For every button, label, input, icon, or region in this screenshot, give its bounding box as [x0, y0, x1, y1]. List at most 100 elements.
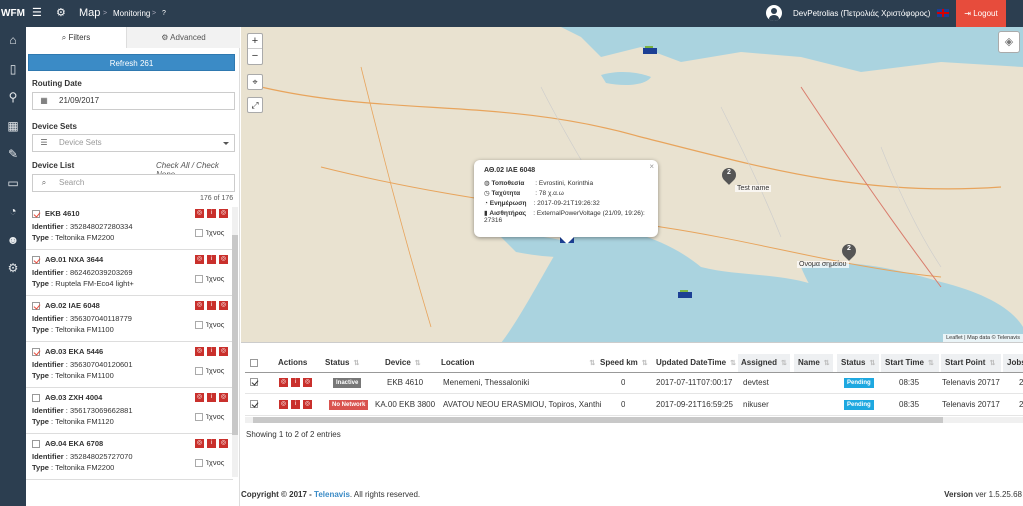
vehicle-icon[interactable]: [643, 46, 657, 55]
device-item[interactable]: ΑΘ.03 ΖΧΗ 4004 Identifier : 356173069662…: [26, 388, 233, 434]
refresh-button[interactable]: Refresh 261: [28, 54, 235, 71]
stop-icon[interactable]: ◎: [219, 301, 228, 310]
stop-icon[interactable]: ◎: [219, 255, 228, 264]
routing-date-field[interactable]: ▦ 21/09/2017: [32, 92, 235, 110]
vehicle-icon[interactable]: [678, 290, 692, 299]
locate-icon[interactable]: ◎: [195, 209, 204, 218]
map-marker[interactable]: 2: [719, 165, 739, 186]
track-checkbox[interactable]: [195, 275, 203, 284]
user-name[interactable]: DevPetrolias (Πετρολιάς Χριστόφορος): [793, 0, 930, 27]
pie-chart-icon[interactable]: ◔: [0, 201, 26, 221]
device-checkbox[interactable]: [32, 440, 40, 448]
device-item[interactable]: ΑΘ.02 ΙΑΕ 6048 Identifier : 356307040118…: [26, 296, 233, 342]
info-icon[interactable]: i: [291, 378, 300, 387]
device-list-scrollbar[interactable]: [232, 207, 238, 477]
zoom-out-button[interactable]: −: [248, 49, 262, 64]
map-marker[interactable]: 2: [839, 241, 859, 262]
stop-icon[interactable]: ◎: [303, 400, 312, 409]
locate-me-icon[interactable]: ⌖: [247, 74, 263, 90]
fullscreen-icon[interactable]: ⤢: [247, 97, 263, 113]
calendar-icon[interactable]: ▦: [0, 116, 26, 136]
scrollbar-thumb[interactable]: [253, 417, 943, 423]
laptop-icon[interactable]: ▭: [0, 173, 26, 193]
brand-link[interactable]: Telenavis: [314, 490, 350, 499]
locate-icon[interactable]: ◎: [279, 378, 288, 387]
locate-icon[interactable]: ◎: [195, 393, 204, 402]
layers-icon[interactable]: ◈: [998, 31, 1020, 53]
info-icon[interactable]: i: [207, 439, 216, 448]
track-checkbox[interactable]: [195, 459, 203, 468]
track-checkbox[interactable]: [195, 229, 203, 238]
column-header[interactable]: Speed km ⇅: [600, 354, 650, 372]
app-logo[interactable]: WFM: [0, 0, 26, 27]
device-sets-select[interactable]: ☰ Device Sets: [32, 134, 235, 152]
column-header[interactable]: Jobs: [1003, 354, 1023, 372]
stop-icon[interactable]: ◎: [219, 439, 228, 448]
device-checkbox[interactable]: [32, 348, 40, 356]
home-icon[interactable]: ⌂: [0, 30, 26, 50]
table-row[interactable]: ◎ i ◎ No Network ΚΑ.00 ΕΚΒ 3800 AVATOU N…: [245, 394, 1023, 416]
device-checkbox[interactable]: [32, 256, 40, 264]
stop-icon[interactable]: ◎: [219, 347, 228, 356]
column-header[interactable]: Start Point ⇅: [941, 354, 1001, 372]
scrollbar-thumb[interactable]: [232, 235, 238, 435]
map-view[interactable]: + − ⌖ ⤢ ◈ 2 Test name 2 Ονομα σημείου × …: [241, 27, 1023, 343]
device-search-input[interactable]: ⌕ Search: [32, 174, 235, 192]
logout-button[interactable]: ⇥ Logout: [956, 0, 1006, 27]
close-icon[interactable]: ×: [649, 162, 654, 171]
track-toggle[interactable]: Ίχνος: [195, 228, 224, 238]
gears-icon[interactable]: ⚙: [0, 258, 26, 278]
device-item[interactable]: ΑΘ.03 ΕΚΑ 5446 Identifier : 356307040120…: [26, 342, 233, 388]
select-all-checkbox[interactable]: [250, 359, 258, 367]
breadcrumb-monitoring[interactable]: Monitoring: [113, 0, 150, 27]
locate-icon[interactable]: ◎: [195, 439, 204, 448]
zoom-in-button[interactable]: +: [248, 34, 262, 49]
device-checkbox[interactable]: [32, 394, 40, 402]
track-toggle[interactable]: Ίχνος: [195, 458, 224, 468]
column-header[interactable]: Updated DateTime ⇅: [656, 354, 736, 372]
column-header[interactable]: Start Time ⇅: [881, 354, 939, 372]
stop-icon[interactable]: ◎: [303, 378, 312, 387]
device-item[interactable]: ΑΘ.01 ΝΧΑ 3644 Identifier : 862462039203…: [26, 250, 233, 296]
row-checkbox[interactable]: [250, 378, 258, 386]
info-icon[interactable]: i: [207, 301, 216, 310]
map-marker-icon[interactable]: ⚲: [0, 87, 26, 107]
track-toggle[interactable]: Ίχνος: [195, 274, 224, 284]
locate-icon[interactable]: ◎: [279, 400, 288, 409]
edit-icon[interactable]: ✎: [0, 144, 26, 164]
info-icon[interactable]: i: [291, 400, 300, 409]
column-header[interactable]: Status ⇅: [837, 354, 879, 372]
column-header[interactable]: Name ⇅: [794, 354, 833, 372]
locate-icon[interactable]: ◎: [195, 255, 204, 264]
stop-icon[interactable]: ◎: [219, 209, 228, 218]
column-header[interactable]: Device ⇅: [385, 354, 433, 372]
device-item[interactable]: ΕΚΒ 4610 Identifier : 352848027280334 Ty…: [26, 204, 233, 250]
track-checkbox[interactable]: [195, 367, 203, 376]
info-icon[interactable]: i: [207, 255, 216, 264]
device-item[interactable]: ΑΘ.04 ΕΚΑ 6708 Identifier : 352848025727…: [26, 434, 233, 480]
table-horizontal-scrollbar[interactable]: [245, 417, 1023, 423]
row-checkbox[interactable]: [250, 400, 258, 408]
column-header[interactable]: Location ⇅: [441, 354, 595, 372]
mobile-icon[interactable]: ▯: [0, 59, 26, 79]
info-icon[interactable]: i: [207, 347, 216, 356]
info-icon[interactable]: i: [207, 393, 216, 402]
device-checkbox[interactable]: [32, 210, 40, 218]
track-checkbox[interactable]: [195, 321, 203, 330]
track-toggle[interactable]: Ίχνος: [195, 366, 224, 376]
table-row[interactable]: ◎ i ◎ Inactive ΕΚΒ 4610 Menemeni, Thessa…: [245, 372, 1023, 394]
track-checkbox[interactable]: [195, 413, 203, 422]
tab-filters[interactable]: ⌕ Filters: [26, 27, 127, 48]
settings-sliders-icon[interactable]: ⚙: [56, 0, 66, 27]
info-icon[interactable]: i: [207, 209, 216, 218]
locate-icon[interactable]: ◎: [195, 301, 204, 310]
uk-flag-icon[interactable]: [937, 9, 949, 17]
avatar[interactable]: [766, 5, 782, 21]
users-icon[interactable]: ☻: [0, 230, 26, 250]
device-checkbox[interactable]: [32, 302, 40, 310]
track-toggle[interactable]: Ίχνος: [195, 412, 224, 422]
map-attribution[interactable]: Leaflet | Map data © Telenavis: [943, 334, 1023, 342]
track-toggle[interactable]: Ίχνος: [195, 320, 224, 330]
stop-icon[interactable]: ◎: [219, 393, 228, 402]
column-header[interactable]: Status ⇅: [325, 354, 367, 372]
